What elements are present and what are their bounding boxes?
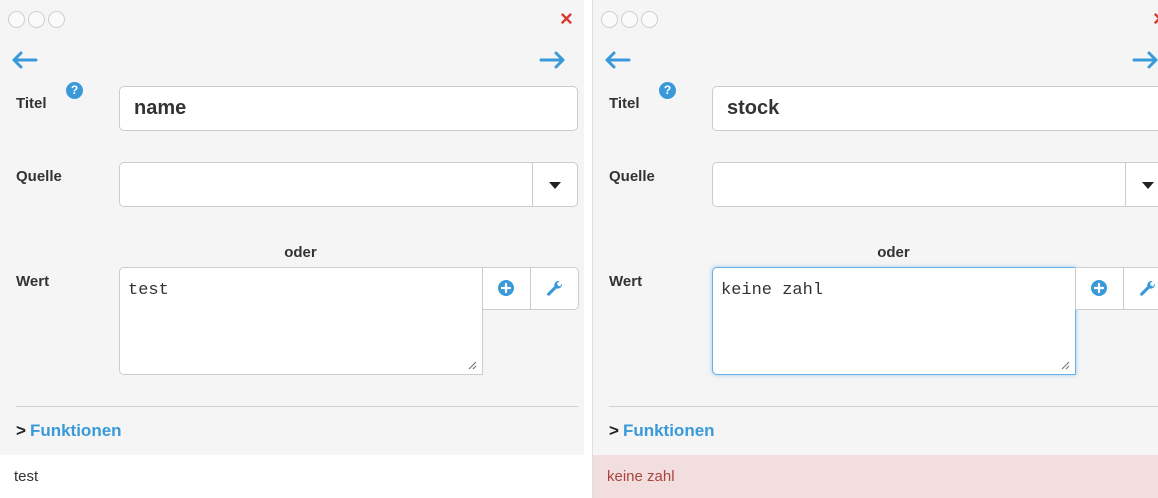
window-dot-icon[interactable] bbox=[28, 11, 45, 28]
wert-textarea[interactable]: test bbox=[119, 267, 483, 375]
chevron-right-icon: > bbox=[16, 421, 26, 440]
close-icon[interactable]: × bbox=[1153, 8, 1158, 30]
oder-label: oder bbox=[877, 244, 910, 261]
window-dot-icon[interactable] bbox=[8, 11, 25, 28]
plus-circle-icon bbox=[1091, 280, 1107, 296]
mapping-panel-2: × Titel ? Quelle oder Wert keine zahl bbox=[592, 0, 1158, 498]
quelle-select[interactable] bbox=[119, 162, 578, 207]
help-icon[interactable]: ? bbox=[66, 82, 83, 99]
title-input[interactable] bbox=[119, 86, 578, 131]
chevron-down-icon bbox=[1142, 182, 1154, 189]
result-output: test bbox=[0, 455, 584, 498]
wert-label: Wert bbox=[16, 273, 50, 290]
edit-function-button[interactable] bbox=[1123, 267, 1158, 310]
window-dot-icon[interactable] bbox=[601, 11, 618, 28]
titel-label: Titel bbox=[16, 95, 47, 112]
plus-circle-icon bbox=[498, 280, 514, 296]
window-dot-icon[interactable] bbox=[48, 11, 65, 28]
help-icon[interactable]: ? bbox=[659, 82, 676, 99]
quelle-select[interactable] bbox=[712, 162, 1158, 207]
funktionen-label: Funktionen bbox=[29, 421, 122, 440]
quelle-select-toggle[interactable] bbox=[532, 163, 577, 206]
funktionen-label: Funktionen bbox=[622, 421, 715, 440]
chevron-right-icon: > bbox=[609, 421, 619, 440]
window-dot-icon[interactable] bbox=[621, 11, 638, 28]
resize-handle-icon[interactable] bbox=[467, 360, 477, 370]
add-function-button[interactable] bbox=[1075, 267, 1124, 310]
result-error-output: keine zahl bbox=[593, 455, 1158, 498]
title-input[interactable] bbox=[712, 86, 1158, 131]
quelle-label: Quelle bbox=[16, 168, 62, 185]
mapping-panel-1: × Titel ? Quelle oder Wert test bbox=[0, 0, 584, 498]
wert-label: Wert bbox=[609, 273, 643, 290]
oder-label: oder bbox=[284, 244, 317, 261]
section-divider bbox=[609, 406, 1158, 407]
titel-label: Titel bbox=[609, 95, 640, 112]
window-dots bbox=[8, 11, 65, 28]
funktionen-toggle[interactable]: > Funktionen bbox=[16, 421, 122, 441]
arrow-right-icon[interactable] bbox=[539, 50, 567, 70]
quelle-label: Quelle bbox=[609, 168, 655, 185]
funktionen-toggle[interactable]: > Funktionen bbox=[609, 421, 715, 441]
edit-function-button[interactable] bbox=[530, 267, 579, 310]
chevron-down-icon bbox=[549, 182, 561, 189]
close-icon[interactable]: × bbox=[560, 8, 573, 30]
arrow-left-icon[interactable] bbox=[603, 50, 631, 70]
arrow-right-icon[interactable] bbox=[1132, 50, 1158, 70]
add-function-button[interactable] bbox=[482, 267, 531, 310]
wrench-icon bbox=[1140, 280, 1156, 296]
window-dot-icon[interactable] bbox=[641, 11, 658, 28]
wert-textarea[interactable]: keine zahl bbox=[712, 267, 1076, 375]
wrench-icon bbox=[547, 280, 563, 296]
section-divider bbox=[16, 406, 578, 407]
arrow-left-icon[interactable] bbox=[10, 50, 38, 70]
quelle-select-toggle[interactable] bbox=[1125, 163, 1158, 206]
resize-handle-icon[interactable] bbox=[1060, 360, 1070, 370]
window-dots bbox=[601, 11, 658, 28]
